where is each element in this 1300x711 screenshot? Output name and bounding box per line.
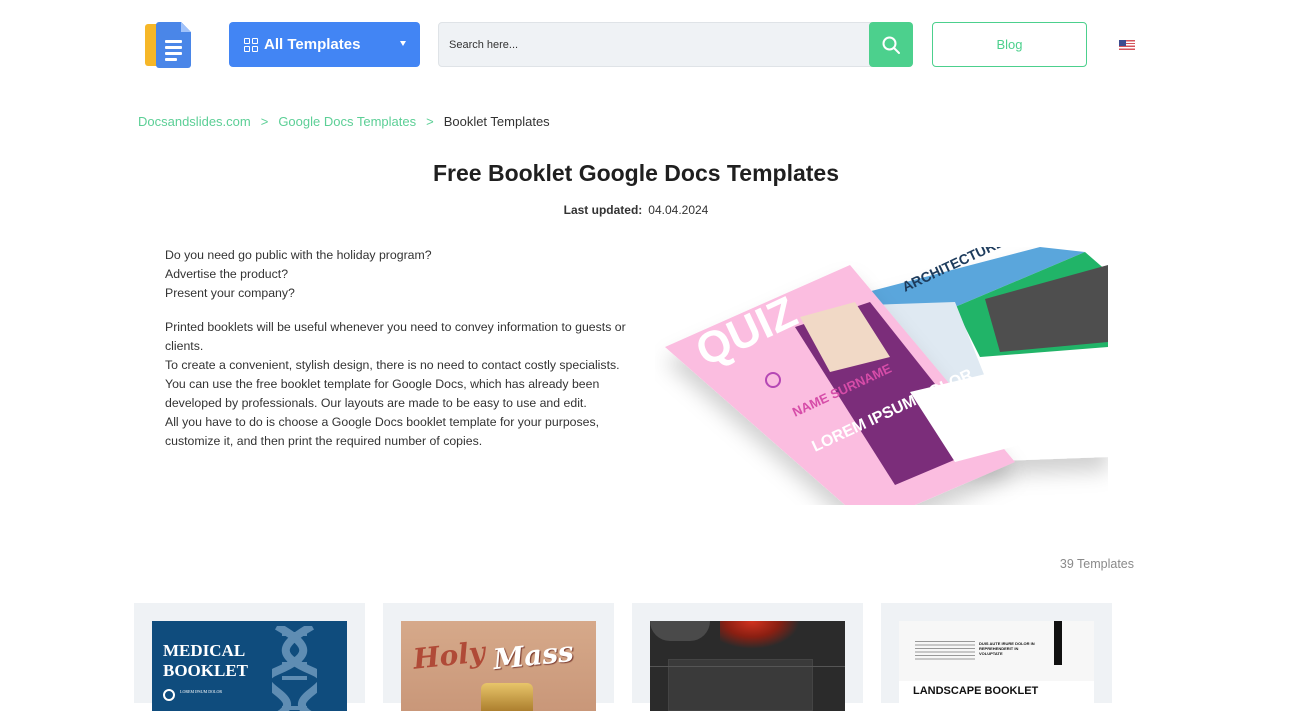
breadcrumb-separator: > xyxy=(426,114,434,129)
card-title: LANDSCAPE BOOKLET xyxy=(913,685,1039,697)
site-header: All Templates Blog xyxy=(0,0,1300,90)
hero-image: ARCHITECTURE QUIZ NAME SURNAME LOREM IPS… xyxy=(655,247,1108,505)
intro-line: Printed booklets will be useful whenever… xyxy=(165,320,626,353)
template-card-medical[interactable]: MEDICAL BOOKLET LOREM IPSUM DOLOR xyxy=(134,603,365,711)
card-title-line: BOOKLET xyxy=(163,661,249,680)
intro-line: Advertise the product? xyxy=(165,267,289,281)
red-wave-decoration xyxy=(720,621,800,649)
caret-down-icon xyxy=(400,41,406,46)
template-thumbnail[interactable]: Holy Mass xyxy=(401,621,596,711)
last-updated-date: 04.04.2024 xyxy=(648,203,709,217)
template-card-landscape[interactable]: DUIS AUTE IRURE DOLOR IN REPREHENDERIT I… xyxy=(881,603,1112,711)
dna-icon xyxy=(272,626,317,711)
blog-label: Blog xyxy=(996,37,1023,52)
search-icon xyxy=(882,36,900,54)
grid-icon xyxy=(244,37,258,52)
logo-line xyxy=(165,58,177,61)
intro-paragraph: Printed booklets will be useful whenever… xyxy=(165,318,635,451)
template-thumbnail[interactable]: DUIS AUTE IRURE DOLOR IN REPREHENDERIT I… xyxy=(899,621,1094,711)
breadcrumb-separator: > xyxy=(260,114,269,129)
card-heading: DUIS AUTE IRURE DOLOR IN REPREHENDERIT I… xyxy=(979,641,1035,656)
booklets-illustration: ARCHITECTURE QUIZ NAME SURNAME LOREM IPS… xyxy=(665,247,1108,505)
site-logo[interactable] xyxy=(145,22,193,68)
emblem-icon xyxy=(163,689,175,701)
card-title-mass: Mass xyxy=(491,634,576,677)
template-thumbnail[interactable] xyxy=(650,621,845,711)
page-title: Free Booklet Google Docs Templates xyxy=(432,160,839,186)
all-templates-label: All Templates xyxy=(264,36,361,53)
logo-fold xyxy=(181,22,191,32)
card-title-holy: Holy xyxy=(411,635,487,676)
search-button[interactable] xyxy=(869,22,913,67)
last-updated: Last updated: 04.04.2024 xyxy=(0,203,1272,217)
intro-paragraph: Do you need go public with the holiday p… xyxy=(165,246,635,303)
intro-text: Do you need go public with the holiday p… xyxy=(165,246,635,466)
breadcrumb-google-docs-templates[interactable]: Google Docs Templates xyxy=(278,114,416,129)
intro-line: Do you need go public with the holiday p… xyxy=(165,248,432,262)
template-card-dark[interactable] xyxy=(632,603,863,711)
blog-button[interactable]: Blog xyxy=(932,22,1087,67)
us-flag-icon[interactable] xyxy=(1119,40,1135,50)
breadcrumb-home[interactable]: Docsandslides.com xyxy=(138,114,251,129)
card-title-line: MEDICAL xyxy=(163,641,246,660)
template-card-holy-mass[interactable]: Holy Mass xyxy=(383,603,614,711)
all-templates-dropdown[interactable]: All Templates xyxy=(229,22,420,67)
breadcrumb: Docsandslides.com > Google Docs Template… xyxy=(138,114,550,129)
chalice-icon xyxy=(481,683,533,711)
logo-line xyxy=(165,40,182,43)
last-updated-label: Last updated: xyxy=(563,203,643,217)
intro-line: All you have to do is choose a Google Do… xyxy=(165,415,600,448)
template-thumbnail[interactable]: MEDICAL BOOKLET LOREM IPSUM DOLOR xyxy=(152,621,347,711)
templates-count: 39 Templates xyxy=(1059,557,1134,571)
search-input[interactable] xyxy=(439,23,869,66)
breadcrumb-current: Booklet Templates xyxy=(443,114,550,129)
intro-line: Present your company? xyxy=(165,286,295,300)
card-subtitle: LOREM IPSUM DOLOR xyxy=(180,689,223,694)
search-bar xyxy=(438,22,913,67)
logo-line xyxy=(165,46,182,49)
intro-line: To create a convenient, stylish design, … xyxy=(165,358,620,410)
body-text-lines xyxy=(915,641,975,661)
black-bar-decoration xyxy=(1054,621,1062,665)
logo-line xyxy=(165,52,182,55)
